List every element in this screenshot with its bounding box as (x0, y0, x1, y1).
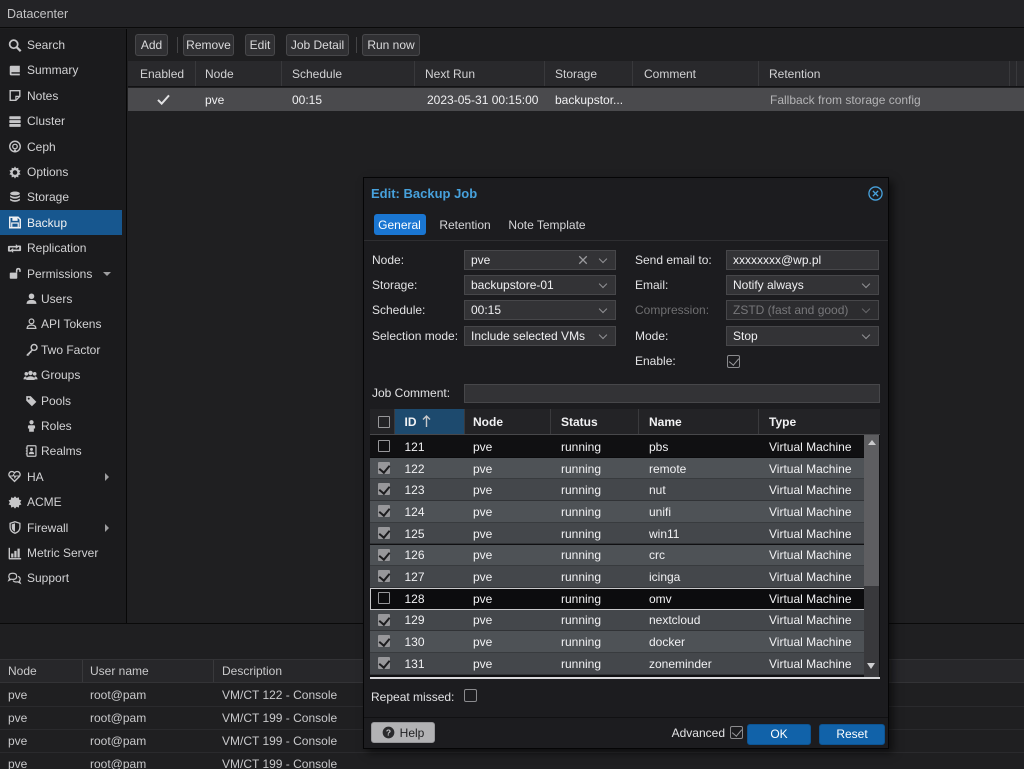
svg-text:?: ? (386, 727, 391, 737)
